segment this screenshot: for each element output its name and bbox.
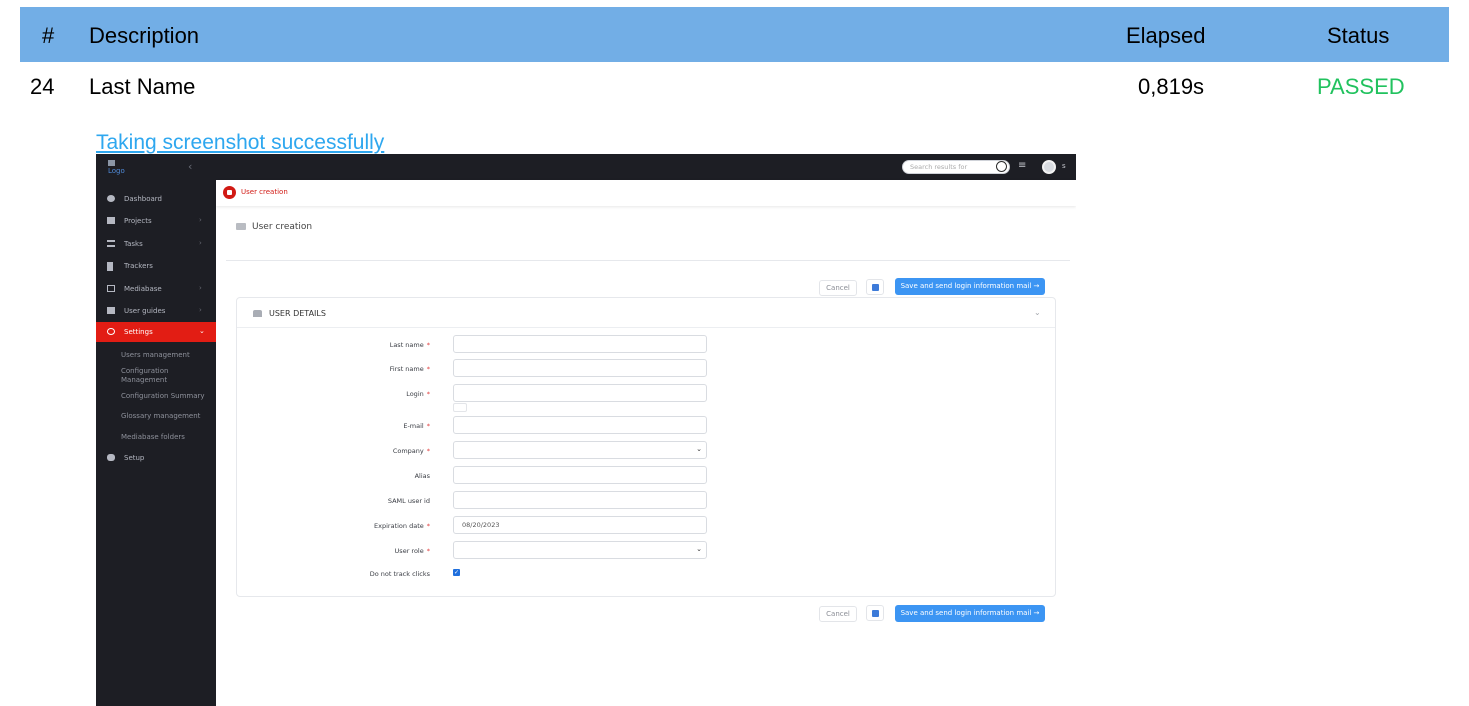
save-icon-bottom[interactable] xyxy=(866,605,884,621)
sidebar-item-label: Settings xyxy=(124,328,153,336)
tab-bar: User creation xyxy=(216,180,1076,206)
search-input[interactable]: Search results for xyxy=(902,160,1010,174)
sidebar-sub-users-management[interactable]: Users management xyxy=(121,351,190,360)
card-header[interactable]: USER DETAILS ⌄ xyxy=(237,298,1055,328)
sidebar: Logo ‹ Dashboard Projects › Tasks › Trac… xyxy=(96,154,216,706)
sidebar-item-settings[interactable]: Settings ⌄ xyxy=(96,322,216,342)
sidebar-item-trackers[interactable]: Trackers xyxy=(96,256,216,276)
toggle-icon xyxy=(107,454,115,461)
gear-icon xyxy=(107,328,115,335)
do-not-track-label: Do not track clicks xyxy=(369,570,430,578)
chevron-down-icon: ⌄ xyxy=(696,445,702,453)
chevron-down-icon: ⌄ xyxy=(696,545,702,553)
do-not-track-checkbox[interactable]: ✓ xyxy=(453,569,460,576)
sidebar-item-label: Projects xyxy=(124,217,152,225)
expiration-date-label: Expiration date * xyxy=(374,522,430,530)
sidebar-sub-mediabase-folders[interactable]: Mediabase folders xyxy=(121,433,185,442)
sidebar-item-setup[interactable]: Setup xyxy=(96,448,216,468)
row-status: PASSED xyxy=(1317,74,1405,99)
tab-user-creation[interactable]: User creation xyxy=(241,188,288,196)
search-icon[interactable] xyxy=(996,161,1007,172)
sidebar-item-label: Dashboard xyxy=(124,195,162,203)
page-title-text: User creation xyxy=(252,222,313,232)
cancel-button-bottom[interactable]: Cancel xyxy=(819,606,857,622)
user-role-label: User role * xyxy=(394,547,430,555)
save-and-send-button[interactable]: Save and send login information mail → xyxy=(895,278,1045,295)
card-title: USER DETAILS xyxy=(269,309,326,318)
chevron-right-icon: › xyxy=(199,216,202,224)
logo-text: Logo xyxy=(108,167,125,175)
collapse-sidebar-icon[interactable]: ‹ xyxy=(188,160,192,173)
first-name-label: First name * xyxy=(389,365,430,373)
last-name-input[interactable] xyxy=(453,335,707,353)
email-label: E-mail * xyxy=(403,422,430,430)
sidebar-item-label: User guides xyxy=(124,307,166,315)
company-label: Company * xyxy=(392,447,430,455)
sidebar-item-projects[interactable]: Projects › xyxy=(96,211,216,231)
sidebar-item-label: Mediabase xyxy=(124,285,162,293)
page-title: User creation xyxy=(236,222,312,232)
sidebar-item-tasks[interactable]: Tasks › xyxy=(96,234,216,254)
folder-icon xyxy=(107,307,115,314)
user-initial: s xyxy=(1062,162,1066,170)
chevron-down-icon: ⌄ xyxy=(199,327,205,335)
company-select[interactable]: ⌄ xyxy=(453,441,707,459)
sidebar-item-mediabase[interactable]: Mediabase › xyxy=(96,279,216,299)
report-row: 24 Last Name 0,819s PASSED xyxy=(20,62,1449,107)
sidebar-sub-configuration-summary[interactable]: Configuration Summary xyxy=(121,392,205,401)
sidebar-item-dashboard[interactable]: Dashboard xyxy=(96,189,216,209)
user-role-select[interactable]: ⌄ xyxy=(453,541,707,559)
header-elapsed: Elapsed xyxy=(1126,23,1206,48)
logo-image-icon xyxy=(108,160,115,166)
folder-tab-icon xyxy=(223,186,236,199)
image-icon xyxy=(107,285,115,292)
cancel-button[interactable]: Cancel xyxy=(819,280,857,296)
list-icon xyxy=(107,240,115,247)
alias-input[interactable] xyxy=(453,466,707,484)
row-elapsed: 0,819s xyxy=(1138,74,1205,99)
logo[interactable]: Logo xyxy=(108,160,125,175)
report-header: # Description Elapsed Status xyxy=(20,7,1449,62)
add-user-icon xyxy=(253,310,262,317)
save-icon[interactable] xyxy=(866,279,884,295)
chevron-right-icon: › xyxy=(199,284,202,292)
header-status: Status xyxy=(1327,23,1390,48)
first-name-input[interactable] xyxy=(453,359,707,377)
expiration-date-input[interactable]: 08/20/2023 xyxy=(453,516,707,534)
row-description: Last Name xyxy=(89,74,196,99)
sidebar-sub-configuration-management[interactable]: Configuration Management xyxy=(121,367,191,385)
folder-icon xyxy=(107,217,115,224)
menu-icon[interactable]: ≡ xyxy=(1018,160,1026,171)
saml-user-id-label: SAML user id xyxy=(387,497,430,505)
last-name-label: Last name * xyxy=(389,341,430,349)
login-label: Login * xyxy=(406,390,430,398)
chevron-right-icon: › xyxy=(199,306,202,314)
chevron-down-icon[interactable]: ⌄ xyxy=(1034,308,1041,317)
sidebar-item-user-guides[interactable]: User guides › xyxy=(96,301,216,321)
sidebar-item-label: Trackers xyxy=(124,262,153,270)
row-num: 24 xyxy=(30,74,55,99)
sidebar-item-label: Tasks xyxy=(124,240,143,248)
dashboard-icon xyxy=(107,195,115,202)
screenshot-link[interactable]: Taking screenshot successfully xyxy=(96,131,384,155)
sidebar-sub-glossary-management[interactable]: Glossary management xyxy=(121,412,200,421)
header-description: Description xyxy=(89,23,200,48)
clipboard-icon xyxy=(107,262,113,271)
app-screenshot: Logo ‹ Dashboard Projects › Tasks › Trac… xyxy=(96,154,1076,706)
save-and-send-button-bottom[interactable]: Save and send login information mail → xyxy=(895,605,1045,622)
saml-user-id-input[interactable] xyxy=(453,491,707,509)
login-helper-box xyxy=(453,403,467,412)
chevron-right-icon: › xyxy=(199,239,202,247)
folder-icon xyxy=(236,223,246,230)
header-num: # xyxy=(42,23,55,48)
login-input[interactable] xyxy=(453,384,707,402)
divider xyxy=(226,260,1070,261)
email-input[interactable] xyxy=(453,416,707,434)
alias-label: Alias xyxy=(414,472,430,480)
sidebar-item-label: Setup xyxy=(124,454,145,462)
avatar[interactable] xyxy=(1042,160,1056,174)
